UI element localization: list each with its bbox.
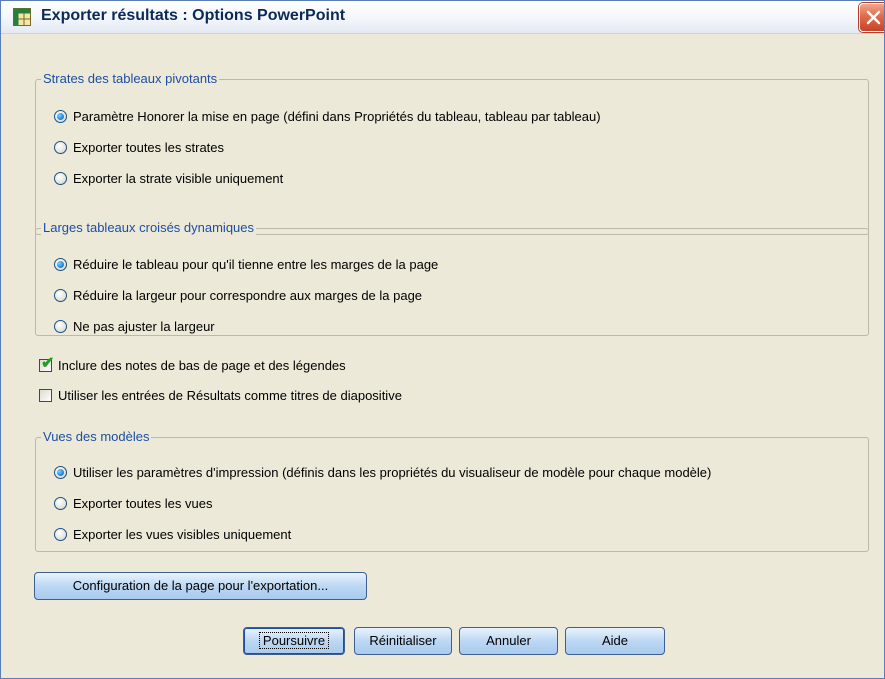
export-options-dialog: Exporter résultats : Options PowerPoint … (0, 0, 885, 679)
radio-button[interactable] (54, 172, 67, 185)
group-strates: Strates des tableaux pivotants Paramètre… (35, 71, 869, 235)
title-bar[interactable]: Exporter résultats : Options PowerPoint (1, 1, 884, 34)
checkbox-unchecked[interactable] (39, 389, 52, 402)
group-strates-label: Strates des tableaux pivotants (41, 71, 220, 87)
group-vues-label: Vues des modèles (41, 429, 152, 445)
cancel-button[interactable]: Annuler (459, 627, 558, 655)
radio-label: Réduire la largeur pour correspondre aux… (73, 288, 423, 303)
radio-button[interactable] (54, 320, 67, 333)
app-table-icon (13, 8, 31, 26)
radio-label: Exporter toutes les strates (73, 140, 225, 155)
radio-button[interactable] (54, 141, 67, 154)
radio-button-selected[interactable] (54, 110, 67, 123)
checkbox-label: Inclure des notes de bas de page et des … (58, 358, 346, 373)
radio-button-selected[interactable] (54, 466, 67, 479)
page-setup-button[interactable]: Configuration de la page pour l'exportat… (34, 572, 367, 600)
reset-button[interactable]: Réinitialiser (354, 627, 452, 655)
checkbox-checked[interactable]: ✔ (39, 355, 55, 372)
dialog-title: Exporter résultats : Options PowerPoint (41, 7, 346, 24)
radio-label: Exporter la strate visible uniquement (73, 171, 284, 186)
close-button[interactable] (859, 3, 884, 32)
radio-label: Exporter les vues visibles uniquement (73, 527, 292, 542)
radio-button[interactable] (54, 497, 67, 510)
group-larges-tableaux: Larges tableaux croisés dynamiques Rédui… (35, 220, 869, 336)
radio-label: Utiliser les paramètres d'impression (dé… (73, 465, 712, 480)
radio-button[interactable] (54, 528, 67, 541)
close-icon (866, 10, 881, 25)
group-larges-label: Larges tableaux croisés dynamiques (41, 220, 257, 236)
radio-label: Exporter toutes les vues (73, 496, 213, 511)
radio-label: Ne pas ajuster la largeur (73, 319, 215, 334)
checkmark-icon: ✔ (41, 355, 55, 372)
continue-label: Poursuivre (258, 632, 330, 649)
group-vues-modeles: Vues des modèles Utiliser les paramètres… (35, 429, 869, 552)
dialog-body: Strates des tableaux pivotants Paramètre… (1, 34, 884, 678)
help-button[interactable]: Aide (565, 627, 665, 655)
continue-button[interactable]: Poursuivre (243, 627, 345, 655)
radio-button-selected[interactable] (54, 258, 67, 271)
radio-button[interactable] (54, 289, 67, 302)
checkbox-label: Utiliser les entrées de Résultats comme … (58, 388, 402, 403)
radio-label: Réduire le tableau pour qu'il tienne ent… (73, 257, 439, 272)
radio-label: Paramètre Honorer la mise en page (défin… (73, 109, 601, 124)
